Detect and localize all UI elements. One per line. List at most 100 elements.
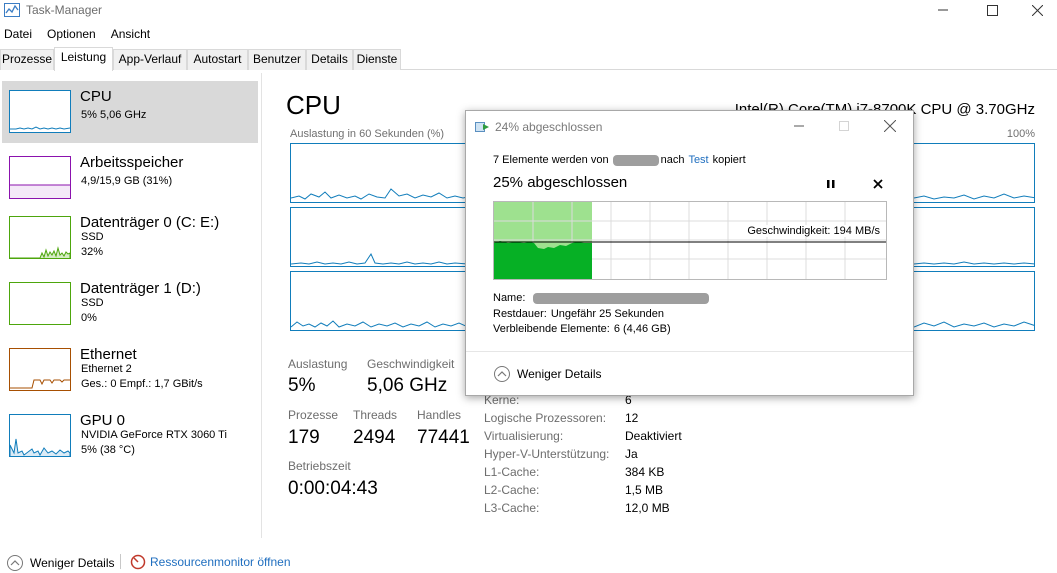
menu-datei[interactable]: Datei (0, 25, 36, 43)
stat-label: Prozesse (288, 408, 339, 422)
minimize-icon (938, 9, 948, 11)
tab-prozesse[interactable]: Prozesse (0, 49, 54, 70)
close-icon (873, 179, 883, 189)
info-value: 384 KB (625, 465, 665, 479)
copy-mid: nach (660, 154, 685, 166)
detail-name: Name: (493, 292, 710, 304)
detail-label: Restdauer: (493, 308, 547, 320)
info-label: Logische Prozessoren: (484, 411, 607, 425)
sidebar-item-detail: SSD (81, 231, 104, 243)
menu-ansicht[interactable]: Ansicht (107, 25, 154, 43)
resource-monitor-icon (130, 554, 146, 570)
core-graph (913, 143, 1035, 203)
task-manager-icon (4, 3, 20, 17)
sidebar-item-detail: 4,9/15,9 GB (31%) (81, 175, 173, 187)
copy-percent: 25% abgeschlossen (493, 174, 628, 191)
sidebar-item-detail: SSD (81, 297, 104, 309)
info-value: 1,5 MB (625, 483, 664, 497)
menu-optionen[interactable]: Optionen (43, 25, 100, 43)
fewer-details-button[interactable]: Weniger Details (493, 365, 601, 383)
sidebar-item-detail: 0% (81, 312, 97, 324)
sidebar-item-disk-0[interactable]: Datenträger 0 (C: E:) SSD 32% (2, 207, 258, 269)
info-label: L1-Cache: (484, 465, 540, 479)
stat-label: Auslastung (288, 357, 348, 371)
tab-leistung[interactable]: Leistung (54, 47, 113, 71)
maximize-icon (986, 4, 998, 16)
tab-autostart[interactable]: Autostart (187, 49, 248, 70)
tab-details[interactable]: Details (306, 49, 353, 70)
speed-label: Geschwindigkeit: 194 MB/s (745, 225, 882, 237)
close-icon (884, 120, 896, 132)
divider (466, 351, 913, 352)
chevron-up-icon (7, 555, 23, 571)
tab-dienste[interactable]: Dienste (353, 49, 401, 70)
sidebar-item-disk-1[interactable]: Datenträger 1 (D:) SSD 0% (2, 273, 258, 335)
sidebar-item-detail: NVIDIA GeForce RTX 3060 Ti (81, 429, 227, 441)
sidebar-item-gpu[interactable]: GPU 0 NVIDIA GeForce RTX 3060 Ti 5% (38 … (2, 405, 258, 467)
sidebar-item-detail: 5% (38 °C) (81, 444, 135, 456)
detail-name-label: Name: (493, 292, 526, 304)
title-bar: Task-Manager (0, 0, 1057, 22)
sidebar-item-detail: 32% (81, 246, 104, 258)
dialog-close-button[interactable] (879, 117, 901, 135)
graph-max-label: 100% (1006, 128, 1035, 140)
stat-value: 5% (288, 375, 316, 396)
dialog-title: 24% abgeschlossen (495, 120, 603, 134)
detail-value: Ungefähr 25 Sekunden (550, 308, 664, 320)
cpu-graph-icon (9, 90, 71, 133)
menu-bar: Datei Optionen Ansicht (0, 25, 156, 43)
core-graph (290, 207, 467, 267)
sidebar-item-detail: Ethernet 2 (81, 363, 132, 375)
tab-benutzer[interactable]: Benutzer (248, 49, 306, 70)
info-value: Deaktiviert (625, 429, 682, 443)
detail-value: 6 (4,46 GB) (613, 323, 671, 335)
sidebar-item-label: CPU (80, 88, 112, 105)
dialog-minimize-button[interactable] (788, 117, 810, 135)
stat-value: 0:00:04:43 (288, 478, 378, 499)
stat-value: 179 (288, 427, 320, 448)
stat-label: Threads (353, 408, 398, 422)
speed-graph-chart (494, 202, 886, 279)
fewer-details-button[interactable]: Weniger Details (6, 554, 114, 572)
close-button[interactable] (1014, 0, 1057, 20)
stat-label: Betriebszeit (288, 459, 351, 473)
copy-prefix: 7 Elemente werden von (493, 154, 609, 166)
tab-app-verlauf[interactable]: App-Verlauf (113, 49, 187, 70)
detail-label: Verbleibende Elemente: (493, 323, 610, 335)
stat-value: 77441 (417, 427, 470, 448)
disk-graph-icon (9, 216, 71, 259)
resource-monitor-link[interactable]: Ressourcenmonitor öffnen (130, 554, 291, 570)
transfer-speed-graph: Geschwindigkeit: 194 MB/s (493, 201, 887, 280)
info-value: 12,0 MB (625, 501, 670, 515)
sidebar-item-cpu[interactable]: CPU 5% 5,06 GHz (2, 81, 258, 143)
redacted-source (612, 154, 659, 166)
maximize-icon (839, 121, 849, 131)
sidebar-item-label: Arbeitsspeicher (80, 154, 184, 171)
core-graph (290, 143, 467, 203)
core-graph (913, 271, 1035, 331)
maximize-button[interactable] (969, 0, 1015, 20)
sidebar-item-ethernet[interactable]: Ethernet Ethernet 2 Ges.: 0 Empf.: 1,7 G… (2, 339, 258, 401)
cancel-copy-button[interactable] (871, 177, 885, 191)
redacted-filename (533, 292, 710, 304)
tab-bar: Prozesse Leistung App-Verlauf Autostart … (0, 47, 1057, 71)
info-label: L3-Cache: (484, 501, 540, 515)
info-value: Ja (625, 447, 638, 461)
dialog-maximize-button[interactable] (833, 117, 855, 135)
minimize-icon (794, 125, 804, 127)
sidebar-item-memory[interactable]: Arbeitsspeicher 4,9/15,9 GB (31%) (2, 147, 258, 209)
divider (120, 554, 121, 569)
pause-button[interactable] (824, 177, 838, 191)
file-copy-icon (475, 122, 489, 132)
pause-icon (827, 180, 835, 188)
info-label: Virtualisierung: (484, 429, 564, 443)
fewer-details-label: Weniger Details (517, 367, 602, 381)
minimize-button[interactable] (920, 0, 966, 20)
detail-remaining-items: Verbleibende Elemente: 6 (4,46 GB) (493, 323, 671, 335)
stat-value: 2494 (353, 427, 396, 448)
ethernet-graph-icon (9, 348, 71, 391)
memory-graph-icon (9, 156, 71, 199)
page-title: CPU (286, 90, 341, 120)
stat-label: Geschwindigkeit (367, 357, 455, 371)
copy-target-link[interactable]: Test (688, 154, 708, 166)
